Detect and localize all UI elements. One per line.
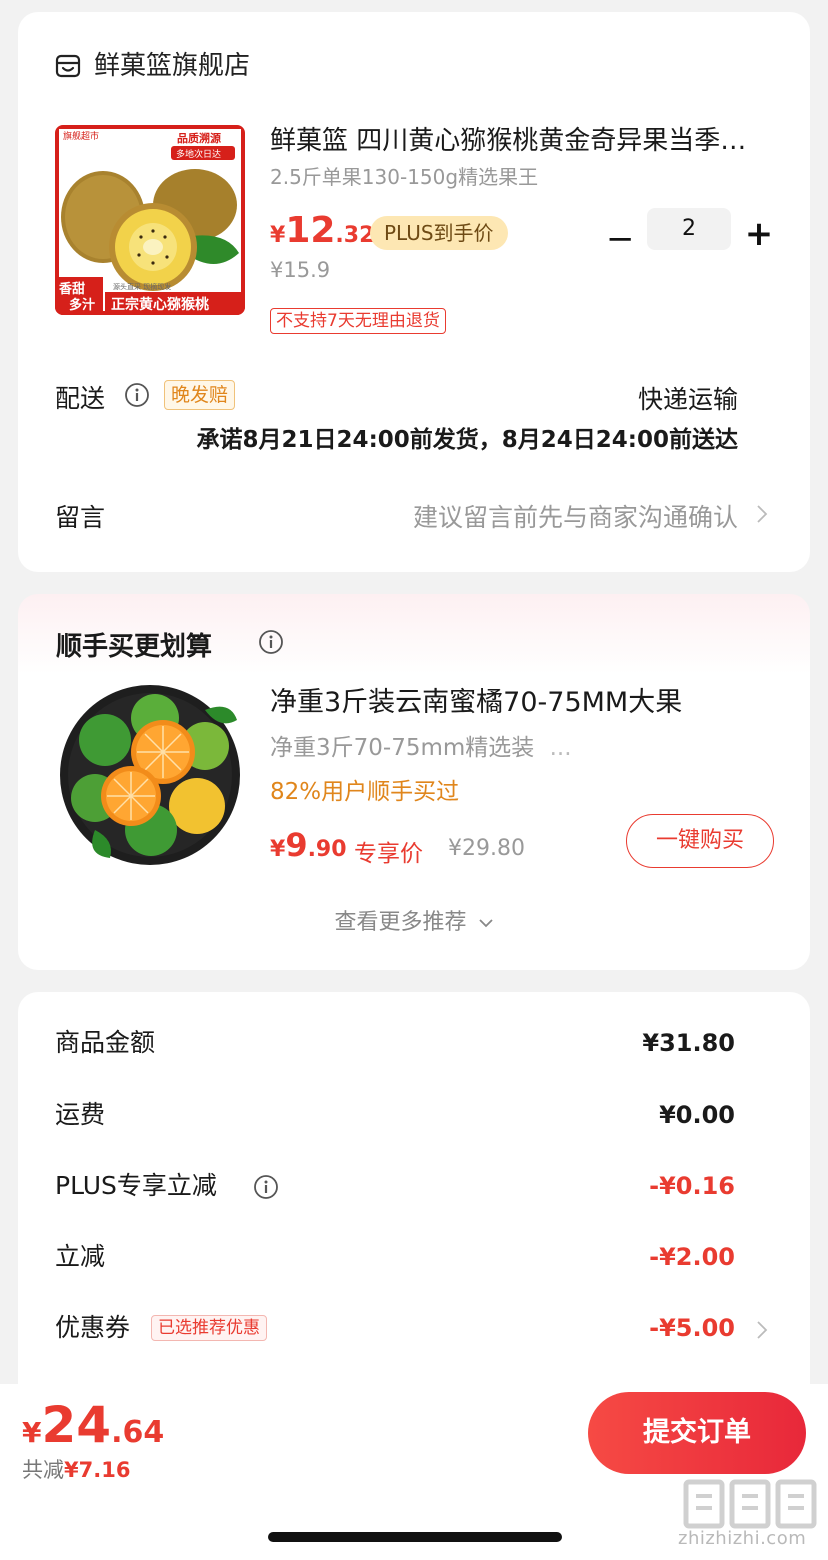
late-compensation-tag: 晚发赔 <box>164 380 236 410</box>
plus-discount-info-icon[interactable] <box>253 1174 279 1200</box>
summary-value: -¥5.00 <box>649 1314 735 1342</box>
quantity-increase-button[interactable]: + <box>744 217 774 253</box>
img-ship-text: 多地次日达 <box>176 148 221 160</box>
total-decimal: .64 <box>111 1415 165 1450</box>
original-price: ¥15.9 <box>270 258 331 282</box>
delivery-promise: 承诺8月21日24:00前发货，8月24日24:00前送达 <box>196 427 738 453</box>
recommend-spec-text: 净重3斤70-75mm精选装 <box>270 735 535 761</box>
more-recommendations-label: 查看更多推荐 <box>334 910 467 935</box>
quantity-input[interactable]: 2 <box>647 208 731 250</box>
total-integer: 24 <box>41 1396 112 1454</box>
home-indicator[interactable] <box>268 1532 562 1542</box>
product-title[interactable]: 鲜菓篮 四川黄心猕猴桃黄金奇异果当季新鲜水果 <box>270 124 770 158</box>
no-return-tag: 不支持7天无理由退货 <box>270 308 446 334</box>
summary-label: 运费 <box>55 1100 106 1129</box>
more-recommendations-link[interactable]: 查看更多推荐 <box>18 904 810 936</box>
img-small-text: 源头直采 现摘现发 <box>113 282 171 291</box>
coupon-selected-tag: 已选推荐优惠 <box>151 1315 267 1341</box>
summary-row-shipping: 运费 ¥0.00 <box>55 1097 735 1137</box>
img-brand-text: 旗舰超市 <box>63 130 99 142</box>
summary-row-goods-amount: 商品金额 ¥31.80 <box>55 1025 735 1065</box>
note-input[interactable]: 建议留言前先与商家沟通确认 <box>413 498 738 534</box>
recommend-original-price: ¥29.80 <box>448 836 525 861</box>
store-name[interactable]: 鲜菓篮旗舰店 <box>94 50 250 82</box>
summary-value: ¥0.00 <box>659 1101 735 1129</box>
summary-row-plus-discount: PLUS专享立减 -¥0.16 <box>55 1168 735 1208</box>
price-integer: 12 <box>285 210 336 251</box>
product-spec: 2.5斤单果130-150g精选果王 <box>270 165 539 189</box>
img-tag2: 多汁 <box>69 297 95 313</box>
quantity-decrease-button[interactable]: − <box>606 222 635 258</box>
one-click-buy-button[interactable]: 一键购买 <box>626 814 774 868</box>
store-card: 鲜菓篮旗舰店 旗舰超市 品质溯源 多地次日达 香甜 多汁 正宗黄心猕猴桃 源头直… <box>18 12 810 572</box>
summary-value: -¥2.00 <box>649 1243 735 1271</box>
chevron-down-icon <box>478 919 493 928</box>
delivery-info-icon[interactable] <box>124 382 150 408</box>
img-banner: 正宗黄心猕猴桃 <box>111 296 209 313</box>
submit-order-button[interactable]: 提交订单 <box>588 1392 806 1474</box>
recommend-spec-more: ... <box>549 735 572 761</box>
delivery-method[interactable]: 快递运输 <box>638 380 738 416</box>
store-icon <box>55 54 81 78</box>
total-saved: 共减¥7.16 <box>22 1454 130 1484</box>
summary-label: 优惠券 <box>55 1313 131 1342</box>
recommend-product-spec: 净重3斤70-75mm精选装 ... <box>270 728 572 762</box>
summary-value: ¥31.80 <box>642 1029 735 1057</box>
product-image[interactable]: 旗舰超市 品质溯源 多地次日达 香甜 多汁 正宗黄心猕猴桃 源头直采 现摘现发 <box>55 125 245 315</box>
summary-label: PLUS专享立减 <box>55 1171 217 1200</box>
recommend-title: 顺手买更划算 <box>56 632 213 662</box>
saved-amount: ¥7.16 <box>64 1458 131 1482</box>
img-tag1: 香甜 <box>58 281 85 297</box>
recommend-product-image[interactable] <box>55 680 245 870</box>
delivery-label: 配送 <box>55 384 106 413</box>
price-currency: ¥ <box>270 223 286 248</box>
price-summary-card: 商品金额 ¥31.80 运费 ¥0.00 PLUS专享立减 -¥0.16 立减 … <box>18 992 810 1412</box>
recommend-card: 顺手买更划算 净重3斤装云南蜜橘70-75MM大果 净重3斤70-75mm精选装… <box>18 594 810 970</box>
total-price: ¥24.64 <box>22 1396 164 1454</box>
recommend-price-decimal: .90 <box>307 837 347 862</box>
summary-label: 立减 <box>55 1242 106 1271</box>
recommend-product-name[interactable]: 净重3斤装云南蜜橘70-75MM大果 <box>270 680 682 719</box>
recommend-price-integer: 9 <box>285 826 308 864</box>
coupon-chevron-right-icon[interactable] <box>756 1320 768 1340</box>
recommend-price: ¥9.90 <box>270 826 347 864</box>
price-decimal: .32 <box>335 223 375 248</box>
recommend-exclusive-label: 专享价 <box>354 841 423 867</box>
summary-row-coupon[interactable]: 优惠券 已选推荐优惠 -¥5.00 <box>55 1310 735 1350</box>
summary-row-instant-discount: 立减 -¥2.00 <box>55 1239 735 1279</box>
recommend-price-currency: ¥ <box>270 837 286 862</box>
plus-price-badge: PLUS到手价 <box>370 216 508 250</box>
chevron-right-icon[interactable] <box>756 504 768 524</box>
summary-value: -¥0.16 <box>649 1172 735 1200</box>
recommend-info-icon[interactable] <box>258 629 284 655</box>
watermark-text: zhizhizhi.com <box>678 1528 807 1549</box>
recommend-bought-rate: 82%用户顺手买过 <box>270 779 460 805</box>
product-price: ¥12.32 <box>270 210 374 251</box>
summary-label: 商品金额 <box>55 1028 156 1057</box>
saved-label: 共减 <box>22 1458 64 1482</box>
note-label: 留言 <box>55 503 106 532</box>
checkout-bar: ¥24.64 共减¥7.16 提交订单 zhizhizhi.com <box>0 1384 828 1560</box>
img-quality-text: 品质溯源 <box>177 131 221 145</box>
total-currency: ¥ <box>22 1416 42 1449</box>
